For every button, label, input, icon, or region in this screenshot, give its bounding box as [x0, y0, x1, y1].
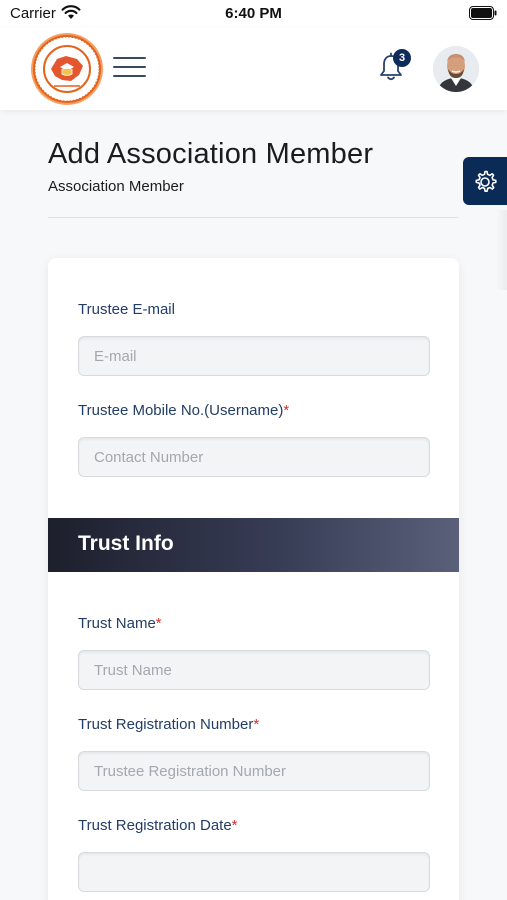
trust-info-section-header: Trust Info [48, 518, 459, 572]
heading-divider [48, 217, 458, 218]
trust-registration-date-label: Trust Registration Date* [78, 817, 238, 834]
edge-shadow [496, 210, 507, 290]
gear-icon [475, 170, 497, 192]
settings-button[interactable] [463, 157, 507, 205]
user-avatar[interactable] [433, 46, 479, 92]
trust-registration-date-input[interactable] [78, 852, 430, 892]
trust-registration-number-input[interactable] [78, 751, 430, 791]
trust-name-input[interactable] [78, 650, 430, 690]
app-header: 3 [0, 28, 507, 110]
section-title: Trust Info [78, 532, 174, 555]
page-subtitle: Association Member [48, 178, 184, 195]
hamburger-menu-icon[interactable] [113, 55, 146, 79]
trustee-mobile-input[interactable] [78, 437, 430, 477]
trust-registration-number-label: Trust Registration Number* [78, 716, 260, 733]
user-avatar-image [433, 46, 479, 92]
battery-icon [469, 6, 497, 20]
association-member-form: Trustee E-mail Trustee Mobile No.(Userna… [48, 258, 459, 900]
status-time: 6:40 PM [225, 5, 282, 22]
trustee-email-input[interactable] [78, 336, 430, 376]
page-title: Add Association Member [48, 138, 374, 170]
trustee-email-label: Trustee E-mail [78, 301, 175, 318]
notification-count-badge: 3 [393, 49, 411, 67]
trust-name-label: Trust Name* [78, 615, 162, 632]
organization-seal-logo[interactable] [30, 32, 104, 106]
status-bar: Carrier 6:40 PM [0, 0, 507, 28]
trustee-mobile-label: Trustee Mobile No.(Username)* [78, 402, 290, 419]
